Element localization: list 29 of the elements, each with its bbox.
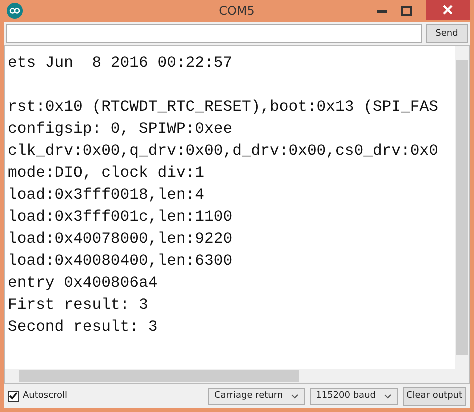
close-icon <box>443 5 453 15</box>
autoscroll-label: Autoscroll <box>23 391 68 401</box>
close-button[interactable] <box>426 0 470 20</box>
chevron-icon <box>384 394 392 398</box>
output-line: ets Jun 8 2016 00:22:57 <box>8 53 234 74</box>
output-line: load:0x3fff001c,len:1100 <box>8 207 234 228</box>
input-field[interactable] <box>6 24 422 43</box>
line-ending-dropdown[interactable]: Carriage return <box>208 388 306 404</box>
vertical-scrollbar[interactable] <box>455 46 469 369</box>
infinity-logo-icon <box>7 3 23 19</box>
send-button[interactable]: Send <box>426 24 468 43</box>
maximize-icon[interactable] <box>401 6 412 16</box>
output-line: Second result: 3 <box>8 317 159 338</box>
output-line: entry 0x400806a4 <box>8 273 159 294</box>
clear-output-button[interactable]: Clear output <box>403 386 466 406</box>
window-title: COM5 <box>218 4 256 18</box>
output-line: load:0x40080400,len:6300 <box>8 251 234 272</box>
output-line: configsip: 0, SPIWP:0xee <box>8 119 234 140</box>
output-line: rst:0x10 (RTCWDT_RTC_RESET),boot:0x13 (SPI_FAS <box>8 97 440 118</box>
baud-rate-dropdown[interactable]: 115200 baud <box>310 388 398 404</box>
output-line: load:0x40078000,len:9220 <box>8 229 234 250</box>
autoscroll-checkbox[interactable] <box>8 390 19 402</box>
output-line: clk_drv:0x00,q_drv:0x00,d_drv:0x00,cs0_drv:0x0 <box>8 141 440 162</box>
output-line: mode:DIO, clock div:1 <box>8 163 206 184</box>
minimize-icon[interactable] <box>377 10 387 12</box>
horizontal-scrollbar[interactable] <box>5 369 469 383</box>
output-line: First result: 3 <box>8 295 150 316</box>
output-line: load:0x3fff0018,len:4 <box>8 185 206 206</box>
chevron-icon <box>291 394 300 398</box>
